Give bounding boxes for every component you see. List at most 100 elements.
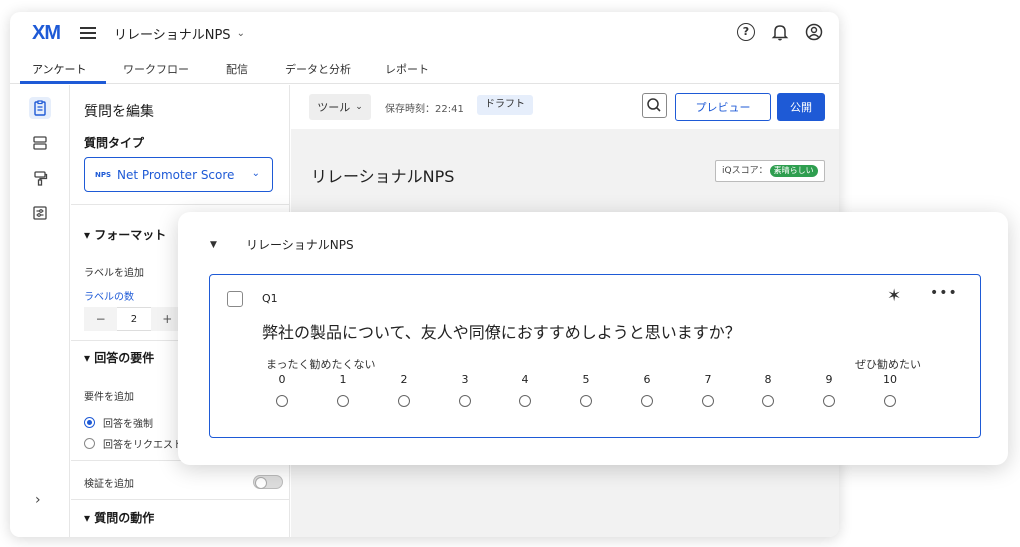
radio-button[interactable]	[580, 395, 592, 407]
survey-flow-icon[interactable]	[29, 132, 51, 154]
tab-data-analysis[interactable]: データと分析	[285, 61, 351, 77]
scale-label: 4	[521, 373, 529, 386]
question-behavior-header[interactable]: ▾ 質問の動作	[84, 509, 154, 526]
top-bar: XM リレーショナルNPS ⌄ ?	[10, 12, 839, 52]
left-rail: ›	[10, 85, 70, 537]
tab-distribution[interactable]: 配信	[226, 61, 248, 77]
radio-button[interactable]	[519, 395, 531, 407]
publish-button[interactable]: 公開	[777, 93, 825, 121]
scale-label: 0	[278, 373, 286, 386]
response-requirements-header[interactable]: ▾ 回答の要件	[84, 349, 154, 366]
menu-icon[interactable]	[80, 27, 96, 39]
add-validation-text: 検証を追加	[84, 479, 134, 490]
high-anchor-label: ぜひ勧めたい	[855, 358, 921, 371]
project-selector[interactable]: リレーショナルNPS ⌄	[114, 24, 245, 43]
scale-label: 5	[582, 373, 590, 386]
user-icon[interactable]	[805, 23, 823, 41]
preview-button[interactable]: プレビュー	[675, 93, 771, 121]
scale-label: 2	[400, 373, 408, 386]
scale-option[interactable]: 6	[635, 373, 659, 407]
radio-button[interactable]	[276, 395, 288, 407]
format-section-header[interactable]: ▾ フォーマット	[84, 226, 166, 243]
radio-button[interactable]	[641, 395, 653, 407]
decrement-button[interactable]: −	[84, 307, 118, 331]
expand-panel-icon[interactable]: ›	[35, 492, 41, 508]
radio-checked-icon[interactable]	[84, 417, 95, 428]
scale-label: 7	[704, 373, 712, 386]
caret-down-icon[interactable]: ▼	[210, 240, 217, 250]
add-requirement-text: 要件を追加	[84, 392, 134, 403]
nav-tabs: アンケート ワークフロー 配信 データと分析 レポート	[10, 52, 839, 84]
tab-reports[interactable]: レポート	[385, 61, 429, 77]
iq-score-label: iQスコア：	[722, 166, 768, 176]
radio-unchecked-icon[interactable]	[84, 438, 95, 449]
bell-icon[interactable]	[771, 23, 789, 41]
radio-button[interactable]	[884, 395, 896, 407]
question-type-label: 質問タイプ	[84, 136, 145, 150]
save-time: 保存時刻：22:41	[385, 104, 464, 115]
chevron-down-icon: ⌄	[251, 168, 260, 179]
scale-option[interactable]: 0	[270, 373, 294, 407]
question-checkbox[interactable]	[227, 291, 243, 307]
question-block: ▼ リレーショナルNPS Q1 ✶ ••• 弊社の製品について、友人や同僚におす…	[178, 212, 1008, 465]
question-type-value: Net Promoter Score	[117, 167, 235, 182]
required-star-icon[interactable]: ✶	[887, 286, 901, 306]
scale-label: 8	[764, 373, 772, 386]
low-anchor-label: まったく勧めたくない	[266, 358, 376, 371]
search-button[interactable]	[642, 93, 667, 118]
radio-button[interactable]	[459, 395, 471, 407]
iq-score-badge: 素晴らしい	[769, 165, 818, 177]
status-badge: ドラフト	[477, 95, 533, 115]
stepper-value[interactable]: 2	[117, 307, 151, 331]
scale-option[interactable]: 4	[513, 373, 537, 407]
scale-option[interactable]: 1	[331, 373, 355, 407]
question-type-select[interactable]: NPS Net Promoter Score ⌄	[84, 157, 273, 192]
active-tab-indicator	[20, 81, 106, 84]
divider	[71, 499, 290, 500]
nps-tag: NPS	[95, 170, 112, 179]
question-card[interactable]: Q1 ✶ ••• 弊社の製品について、友人や同僚におすすめしようと思いますか？ …	[209, 274, 981, 438]
add-label-text: ラベルを追加	[84, 268, 144, 279]
chevron-down-icon: ⌄	[236, 28, 245, 39]
question-text[interactable]: 弊社の製品について、友人や同僚におすすめしようと思いますか？	[262, 319, 741, 343]
scale-option[interactable]: 10	[878, 373, 902, 407]
scale-option[interactable]: 8	[756, 373, 780, 407]
survey-title[interactable]: リレーショナルNPS	[311, 163, 454, 187]
tab-survey[interactable]: アンケート	[32, 61, 87, 77]
scale-option[interactable]: 2	[392, 373, 416, 407]
scale-label: 3	[461, 373, 469, 386]
nps-scale: 0 1 2 3 4 5 6 7 8 9 10	[270, 373, 930, 413]
scale-option[interactable]: 7	[696, 373, 720, 407]
iq-score[interactable]: iQスコア： 素晴らしい	[715, 160, 825, 182]
force-response-option[interactable]: 回答を強制	[84, 415, 153, 430]
survey-options-icon[interactable]	[29, 202, 51, 224]
radio-button[interactable]	[762, 395, 774, 407]
radio-button[interactable]	[702, 395, 714, 407]
panel-title: 質問を編集	[84, 104, 154, 120]
more-options-icon[interactable]: •••	[930, 285, 958, 301]
radio-button[interactable]	[337, 395, 349, 407]
look-and-feel-icon[interactable]	[29, 167, 51, 189]
help-icon[interactable]: ?	[737, 23, 755, 41]
block-title[interactable]: リレーショナルNPS	[246, 236, 354, 253]
radio-button[interactable]	[398, 395, 410, 407]
request-response-label: 回答をリクエスト	[103, 440, 183, 451]
tab-workflow[interactable]: ワークフロー	[123, 61, 189, 77]
scale-label: 9	[825, 373, 833, 386]
radio-button[interactable]	[823, 395, 835, 407]
scale-label: 10	[883, 373, 897, 386]
label-count-link[interactable]: ラベルの数	[84, 288, 134, 303]
scale-option[interactable]: 9	[817, 373, 841, 407]
validation-toggle[interactable]	[253, 475, 283, 489]
scale-label: 1	[339, 373, 347, 386]
force-response-label: 回答を強制	[103, 419, 153, 430]
tools-button[interactable]: ツール ⌄	[309, 94, 371, 120]
project-title: リレーショナルNPS	[114, 28, 231, 43]
survey-editor-icon[interactable]	[29, 97, 51, 119]
divider	[71, 204, 290, 205]
xm-logo[interactable]: XM	[32, 22, 61, 45]
scale-option[interactable]: 3	[453, 373, 477, 407]
scale-option[interactable]: 5	[574, 373, 598, 407]
top-icons: ?	[737, 23, 823, 41]
label-count-stepper: − 2 +	[84, 307, 184, 331]
